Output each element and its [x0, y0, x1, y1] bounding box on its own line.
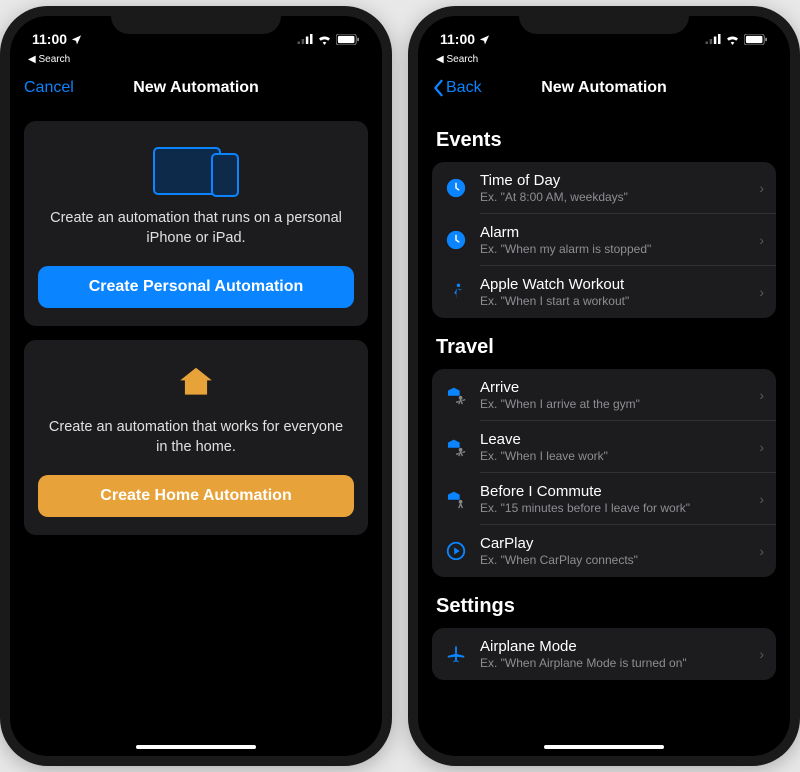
breadcrumb-label: Search — [38, 54, 70, 65]
chevron-right-icon: › — [759, 387, 764, 403]
location-icon — [71, 34, 82, 45]
cancel-label: Cancel — [24, 79, 74, 97]
cancel-button[interactable]: Cancel — [24, 79, 74, 97]
breadcrumb-back[interactable]: ◀︎ Search — [10, 54, 382, 65]
commute-icon — [444, 487, 468, 511]
section-header-events: Events — [436, 129, 772, 152]
row-title: Alarm — [480, 224, 747, 241]
chevron-right-icon: › — [759, 491, 764, 507]
alarm-icon — [444, 228, 468, 252]
back-label: Back — [446, 79, 482, 97]
home-indicator[interactable] — [136, 745, 256, 749]
chevron-left-icon — [432, 79, 444, 97]
notch — [111, 6, 281, 34]
row-time-of-day[interactable]: Time of Day Ex. "At 8:00 AM, weekdays" › — [432, 162, 776, 214]
row-subtitle: Ex. "When I start a workout" — [480, 294, 747, 308]
row-arrive[interactable]: Arrive Ex. "When I arrive at the gym" › — [432, 369, 776, 421]
battery-icon — [336, 34, 360, 45]
home-automation-card: Create an automation that works for ever… — [24, 340, 368, 535]
status-time: 11:00 — [32, 31, 67, 47]
cellular-icon — [297, 34, 313, 44]
travel-list: Arrive Ex. "When I arrive at the gym" › … — [432, 369, 776, 577]
home-icon — [38, 360, 354, 404]
device-frame-left: 11:00 ◀︎ Search — [0, 6, 392, 766]
battery-icon — [744, 34, 768, 45]
section-header-travel: Travel — [436, 336, 772, 359]
location-icon — [479, 34, 490, 45]
arrive-icon — [444, 383, 468, 407]
row-title: Time of Day — [480, 172, 747, 189]
chevron-right-icon: › — [759, 180, 764, 196]
device-frame-right: 11:00 ◀︎ Search — [408, 6, 800, 766]
chevron-right-icon: › — [759, 439, 764, 455]
wifi-icon — [725, 34, 740, 45]
row-commute[interactable]: Before I Commute Ex. "15 minutes before … — [432, 473, 776, 525]
home-indicator[interactable] — [544, 745, 664, 749]
row-title: CarPlay — [480, 535, 747, 552]
screen-right: 11:00 ◀︎ Search — [418, 16, 790, 756]
chevron-left-icon: ◀︎ — [28, 54, 36, 65]
home-description: Create an automation that works for ever… — [44, 418, 348, 457]
row-alarm[interactable]: Alarm Ex. "When my alarm is stopped" › — [432, 214, 776, 266]
row-title: Before I Commute — [480, 483, 747, 500]
clock-icon — [444, 176, 468, 200]
create-personal-label: Create Personal Automation — [89, 278, 304, 295]
chevron-right-icon: › — [759, 543, 764, 559]
notch — [519, 6, 689, 34]
breadcrumb-back[interactable]: ◀︎ Search — [418, 54, 790, 65]
row-title: Apple Watch Workout — [480, 276, 747, 293]
row-subtitle: Ex. "When I leave work" — [480, 449, 747, 463]
row-subtitle: Ex. "When CarPlay connects" — [480, 553, 747, 567]
row-title: Airplane Mode — [480, 638, 747, 655]
breadcrumb-label: Search — [446, 54, 478, 65]
events-list: Time of Day Ex. "At 8:00 AM, weekdays" ›… — [432, 162, 776, 318]
personal-automation-card: Create an automation that runs on a pers… — [24, 121, 368, 326]
chevron-right-icon: › — [759, 646, 764, 662]
nav-bar: Back New Automation — [418, 65, 790, 111]
row-leave[interactable]: Leave Ex. "When I leave work" › — [432, 421, 776, 473]
status-time: 11:00 — [440, 31, 475, 47]
create-home-button[interactable]: Create Home Automation — [38, 475, 354, 517]
row-subtitle: Ex. "When my alarm is stopped" — [480, 242, 747, 256]
row-title: Arrive — [480, 379, 747, 396]
row-subtitle: Ex. "At 8:00 AM, weekdays" — [480, 190, 747, 204]
airplane-icon — [444, 642, 468, 666]
row-airplane[interactable]: Airplane Mode Ex. "When Airplane Mode is… — [432, 628, 776, 680]
row-carplay[interactable]: CarPlay Ex. "When CarPlay connects" › — [432, 525, 776, 577]
create-personal-button[interactable]: Create Personal Automation — [38, 266, 354, 308]
running-icon — [444, 280, 468, 304]
row-subtitle: Ex. "When Airplane Mode is turned on" — [480, 656, 747, 670]
cellular-icon — [705, 34, 721, 44]
wifi-icon — [317, 34, 332, 45]
back-button[interactable]: Back — [432, 79, 482, 97]
section-header-settings: Settings — [436, 595, 772, 618]
chevron-right-icon: › — [759, 232, 764, 248]
create-home-label: Create Home Automation — [100, 487, 291, 504]
devices-icon — [38, 147, 354, 195]
personal-description: Create an automation that runs on a pers… — [44, 209, 348, 248]
row-workout[interactable]: Apple Watch Workout Ex. "When I start a … — [432, 266, 776, 318]
screen-left: 11:00 ◀︎ Search — [10, 16, 382, 756]
leave-icon — [444, 435, 468, 459]
row-title: Leave — [480, 431, 747, 448]
row-subtitle: Ex. "15 minutes before I leave for work" — [480, 501, 747, 515]
nav-bar: Cancel New Automation — [10, 65, 382, 111]
carplay-icon — [444, 539, 468, 563]
chevron-left-icon: ◀︎ — [436, 54, 444, 65]
row-subtitle: Ex. "When I arrive at the gym" — [480, 397, 747, 411]
chevron-right-icon: › — [759, 284, 764, 300]
settings-list: Airplane Mode Ex. "When Airplane Mode is… — [432, 628, 776, 680]
